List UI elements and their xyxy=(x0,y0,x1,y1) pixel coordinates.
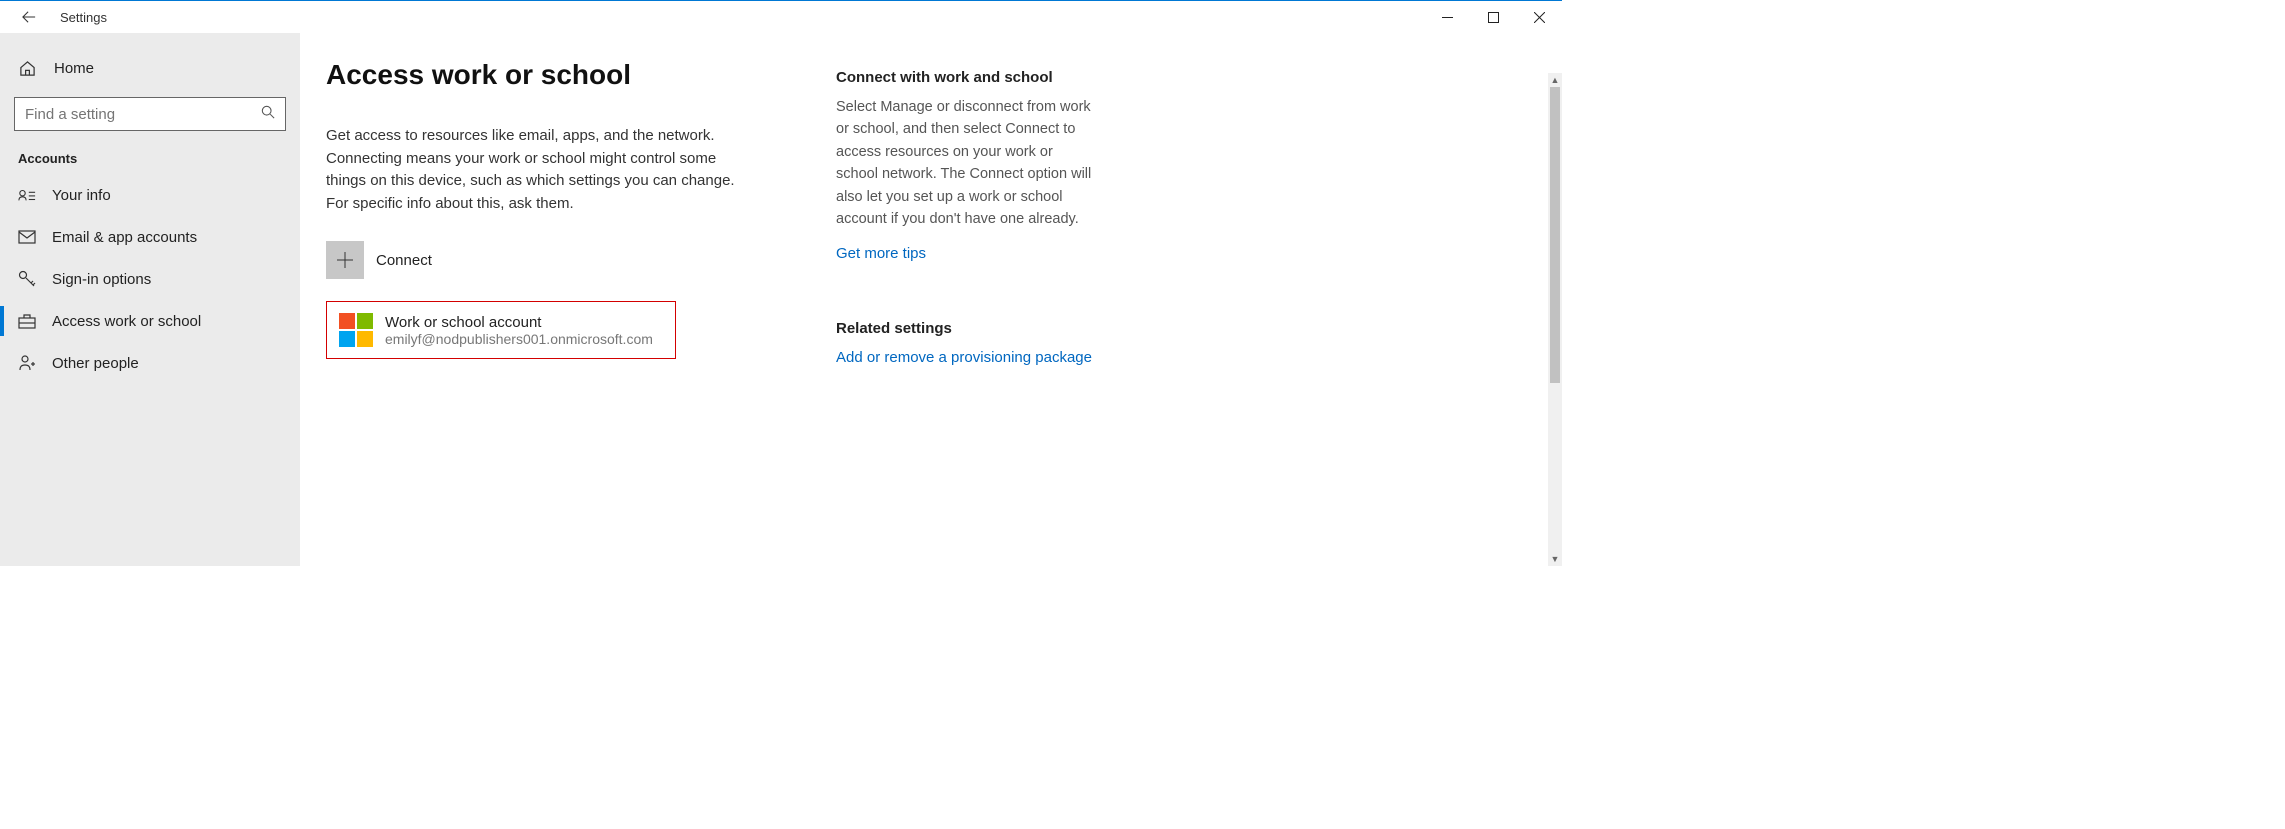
account-title: Work or school account xyxy=(385,314,653,331)
connect-button[interactable]: Connect xyxy=(326,241,796,279)
home-icon xyxy=(18,59,36,77)
sidebar-item-other-people[interactable]: Other people xyxy=(0,342,300,384)
mail-icon xyxy=(18,228,36,246)
account-email: emilyf@nodpublishers001.onmicrosoft.com xyxy=(385,331,653,347)
back-button[interactable] xyxy=(22,10,36,24)
sidebar-item-work-school[interactable]: Access work or school xyxy=(0,300,300,342)
scroll-up-icon[interactable]: ▲ xyxy=(1548,73,1562,87)
page-description: Get access to resources like email, apps… xyxy=(326,125,746,215)
sidebar-item-your-info[interactable]: Your info xyxy=(0,174,300,216)
sidebar-item-label: Email & app accounts xyxy=(52,229,197,246)
provisioning-link[interactable]: Add or remove a provisioning package xyxy=(836,347,1096,368)
scrollbar-thumb[interactable] xyxy=(1550,87,1560,383)
sidebar-section-header: Accounts xyxy=(0,145,300,174)
search-input[interactable] xyxy=(25,106,261,123)
connect-label: Connect xyxy=(376,252,432,269)
scrollbar[interactable]: ▲ ▼ xyxy=(1548,73,1562,566)
main-panel: Access work or school Get access to reso… xyxy=(300,33,1562,566)
scroll-down-icon[interactable]: ▼ xyxy=(1548,552,1562,566)
sidebar-item-label: Other people xyxy=(52,355,139,372)
sidebar-home[interactable]: Home xyxy=(0,49,300,87)
add-person-icon xyxy=(18,354,36,372)
sidebar: Home Accounts Your info Email & app acco… xyxy=(0,33,300,566)
maximize-button[interactable] xyxy=(1470,1,1516,33)
plus-icon xyxy=(326,241,364,279)
sidebar-item-signin-options[interactable]: Sign-in options xyxy=(0,258,300,300)
titlebar: Settings xyxy=(0,1,1562,33)
sidebar-item-email-accounts[interactable]: Email & app accounts xyxy=(0,216,300,258)
microsoft-logo-icon xyxy=(339,313,373,347)
minimize-button[interactable] xyxy=(1424,1,1470,33)
aside-body: Select Manage or disconnect from work or… xyxy=(836,96,1096,231)
briefcase-icon xyxy=(18,312,36,330)
close-button[interactable] xyxy=(1516,1,1562,33)
get-more-tips-link[interactable]: Get more tips xyxy=(836,243,1096,264)
window-title: Settings xyxy=(60,10,107,25)
page-title: Access work or school xyxy=(326,59,796,91)
search-icon xyxy=(261,105,275,124)
account-card[interactable]: Work or school account emilyf@nodpublish… xyxy=(326,301,676,359)
key-icon xyxy=(18,270,36,288)
search-box[interactable] xyxy=(14,97,286,131)
person-card-icon xyxy=(18,186,36,204)
aside-heading-related: Related settings xyxy=(836,320,1096,337)
aside-heading: Connect with work and school xyxy=(836,69,1096,86)
sidebar-item-label: Access work or school xyxy=(52,313,201,330)
sidebar-home-label: Home xyxy=(54,60,94,77)
sidebar-item-label: Your info xyxy=(52,187,111,204)
sidebar-item-label: Sign-in options xyxy=(52,271,151,288)
